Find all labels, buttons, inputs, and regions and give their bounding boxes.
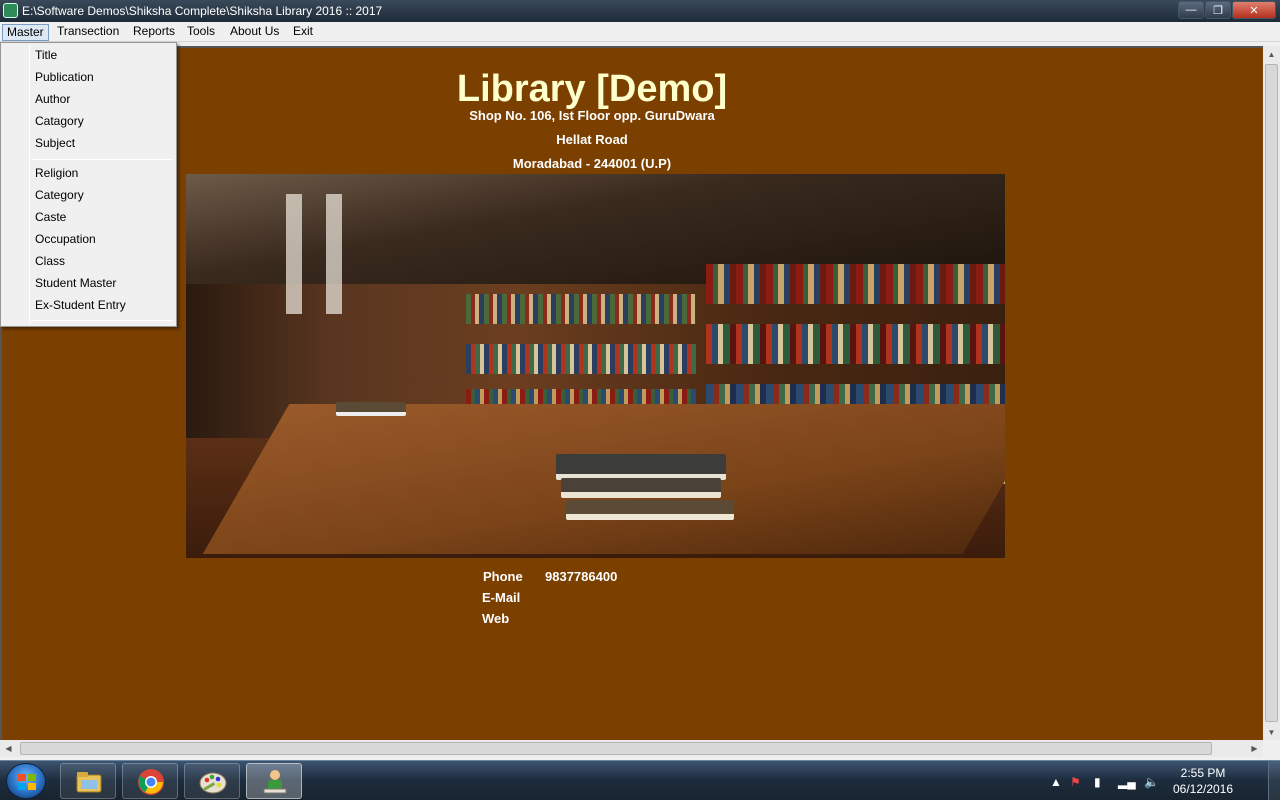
shiksha-app-icon bbox=[263, 770, 287, 794]
power-icon[interactable]: ▮ bbox=[1094, 775, 1101, 789]
file-explorer-icon bbox=[76, 772, 102, 793]
menu-master[interactable]: Master bbox=[2, 24, 49, 41]
menu-bar: Master Transection Reports Tools About U… bbox=[0, 22, 1280, 42]
vertical-scroll-thumb[interactable] bbox=[1265, 64, 1278, 722]
horizontal-scrollbar[interactable]: ◀ ▶ bbox=[0, 740, 1263, 757]
action-center-icon[interactable]: ⚑ bbox=[1070, 775, 1081, 789]
taskbar-shiksha-app[interactable] bbox=[246, 763, 302, 799]
minimize-icon: — bbox=[1185, 4, 1197, 16]
menu-item-publication[interactable]: Publication bbox=[35, 67, 94, 87]
start-button[interactable] bbox=[6, 763, 46, 799]
close-button[interactable]: ✕ bbox=[1232, 1, 1276, 19]
scroll-left-icon[interactable]: ◀ bbox=[0, 740, 17, 757]
photo-window bbox=[326, 194, 342, 314]
menu-item-catagory[interactable]: Catagory bbox=[35, 111, 84, 131]
menu-item-ex-student-entry[interactable]: Ex-Student Entry bbox=[35, 295, 126, 315]
title-bar: E:\Software Demos\Shiksha Complete\Shiks… bbox=[0, 0, 1280, 22]
book-stack bbox=[566, 500, 734, 520]
email-label: E-Mail bbox=[482, 590, 521, 605]
horizontal-scroll-thumb[interactable] bbox=[20, 742, 1212, 755]
book-stack bbox=[561, 478, 721, 498]
main-panel: Library [Demo] Shop No. 106, Ist Floor o… bbox=[0, 46, 1263, 740]
menu-tools[interactable]: Tools bbox=[183, 24, 219, 41]
app-icon[interactable] bbox=[3, 3, 18, 18]
menu-separator bbox=[31, 159, 173, 160]
clock-time: 2:55 PM bbox=[1180, 766, 1226, 780]
menu-gutter bbox=[29, 45, 30, 324]
address-line-1: Shop No. 106, Ist Floor opp. GuruDwara bbox=[469, 108, 715, 123]
taskbar-chrome[interactable] bbox=[122, 763, 178, 799]
book-row bbox=[466, 344, 696, 374]
address-line-3: Moradabad - 244001 (U.P) bbox=[512, 156, 672, 171]
menu-exit[interactable]: Exit bbox=[289, 24, 317, 41]
menu-transection[interactable]: Transection bbox=[53, 24, 123, 41]
paint-icon bbox=[199, 772, 227, 794]
web-label: Web bbox=[482, 611, 510, 626]
menu-item-caste[interactable]: Caste bbox=[35, 207, 66, 227]
minimize-button[interactable]: — bbox=[1178, 1, 1204, 19]
scroll-down-icon[interactable]: ▼ bbox=[1263, 724, 1280, 740]
phone-label: Phone bbox=[483, 569, 523, 584]
menu-about-us[interactable]: About Us bbox=[226, 24, 283, 41]
taskbar-paint[interactable] bbox=[184, 763, 240, 799]
taskbar-file-explorer[interactable] bbox=[60, 763, 116, 799]
library-photo bbox=[186, 174, 1005, 558]
system-tray: ▲ ⚑ ▮ ▂▄ 🔈 2:55 PM 06/12/2016 bbox=[1050, 761, 1280, 800]
master-dropdown-menu: Title Publication Author Catagory Subjec… bbox=[0, 42, 177, 327]
close-icon: ✕ bbox=[1249, 4, 1259, 17]
volume-icon[interactable]: 🔈 bbox=[1144, 775, 1159, 789]
menu-item-religion[interactable]: Religion bbox=[35, 163, 78, 183]
book-row bbox=[706, 324, 1005, 364]
menu-item-category[interactable]: Category bbox=[35, 185, 84, 205]
menu-item-student-master[interactable]: Student Master bbox=[35, 273, 116, 293]
restore-icon: ❐ bbox=[1213, 4, 1223, 17]
windows-logo-icon bbox=[18, 774, 36, 790]
clock-date: 06/12/2016 bbox=[1172, 782, 1234, 796]
taskbar: ▲ ⚑ ▮ ▂▄ 🔈 2:55 PM 06/12/2016 bbox=[0, 760, 1280, 800]
library-title: Library [Demo] bbox=[456, 68, 728, 110]
scroll-up-icon[interactable]: ▲ bbox=[1263, 46, 1280, 62]
phone-value: 9837786400 bbox=[545, 569, 618, 584]
client-area: Library [Demo] Shop No. 106, Ist Floor o… bbox=[0, 42, 1280, 760]
menu-item-class[interactable]: Class bbox=[35, 251, 65, 271]
window-title: E:\Software Demos\Shiksha Complete\Shiks… bbox=[22, 4, 383, 18]
show-hidden-icons-icon[interactable]: ▲ bbox=[1050, 775, 1062, 789]
chrome-icon bbox=[138, 769, 164, 795]
book-row bbox=[706, 264, 1005, 304]
book-row bbox=[466, 294, 696, 324]
menu-item-title[interactable]: Title bbox=[35, 45, 57, 65]
menu-item-subject[interactable]: Subject bbox=[35, 133, 75, 153]
network-icon[interactable]: ▂▄ bbox=[1118, 775, 1136, 789]
menu-item-occupation[interactable]: Occupation bbox=[35, 229, 96, 249]
menu-reports[interactable]: Reports bbox=[129, 24, 179, 41]
vertical-scrollbar[interactable]: ▲ ▼ bbox=[1263, 46, 1280, 740]
book-stack bbox=[336, 402, 406, 416]
window-controls: — ❐ ✕ bbox=[1178, 1, 1276, 19]
menu-separator bbox=[31, 320, 173, 321]
scroll-corner bbox=[1263, 740, 1280, 757]
show-desktop-button[interactable] bbox=[1268, 761, 1280, 800]
scroll-right-icon[interactable]: ▶ bbox=[1246, 740, 1263, 757]
address-line-2: Hellat Road bbox=[556, 132, 628, 147]
book-stack bbox=[556, 454, 726, 480]
maximize-button[interactable]: ❐ bbox=[1205, 1, 1231, 19]
clock[interactable]: 2:55 PM 06/12/2016 bbox=[1168, 765, 1238, 797]
menu-item-author[interactable]: Author bbox=[35, 89, 70, 109]
photo-window bbox=[286, 194, 302, 314]
